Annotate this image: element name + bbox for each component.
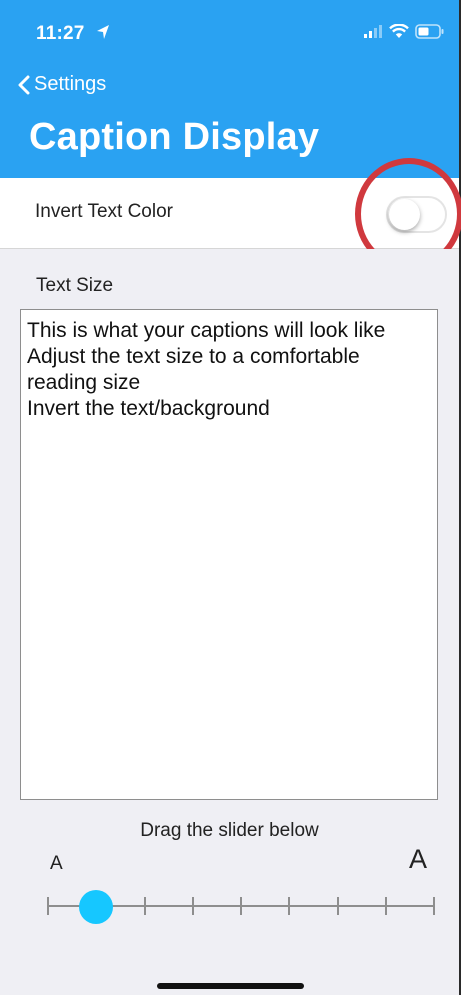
status-icons — [363, 24, 445, 39]
status-time: 11:27 — [36, 23, 85, 44]
location-arrow-icon — [97, 25, 109, 39]
slider-tick — [47, 897, 49, 915]
page-title: Caption Display — [29, 116, 320, 158]
slider-tick — [384, 897, 387, 915]
navigation-header: 11:27 Settings Caption Display — [0, 0, 459, 178]
caption-preview-box: This is what your captions will look lik… — [20, 309, 438, 800]
status-bar: 11:27 — [0, 0, 459, 58]
slider-thumb[interactable] — [79, 890, 114, 924]
invert-text-color-label: Invert Text Color — [35, 201, 173, 222]
wifi-icon — [389, 24, 409, 38]
back-button[interactable]: Settings — [18, 73, 106, 96]
slider-tick — [143, 897, 146, 915]
slider-tick — [336, 897, 339, 915]
toggle-knob — [389, 199, 420, 230]
slider-tick — [240, 897, 242, 915]
slider-max-label: A — [409, 844, 428, 874]
slider-tick — [433, 897, 435, 915]
preview-line: This is what your captions will look lik… — [27, 319, 386, 342]
battery-icon — [415, 24, 444, 39]
preview-line: Invert the text/background — [27, 397, 270, 420]
text-size-slider[interactable] — [47, 890, 435, 930]
slider-tick — [191, 897, 194, 915]
slider-tick — [288, 897, 291, 915]
slider-min-label: A — [50, 853, 63, 874]
home-indicator — [157, 983, 304, 989]
slider-instruction: Drag the slider below — [140, 820, 319, 841]
preview-line: Adjust the text size to a comfortable re… — [27, 345, 360, 394]
chevron-left-icon — [18, 75, 30, 94]
invert-text-color-toggle[interactable] — [386, 196, 447, 233]
cellular-signal-icon — [364, 24, 382, 38]
back-button-label: Settings — [34, 73, 107, 95]
text-size-label: Text Size — [36, 275, 114, 296]
